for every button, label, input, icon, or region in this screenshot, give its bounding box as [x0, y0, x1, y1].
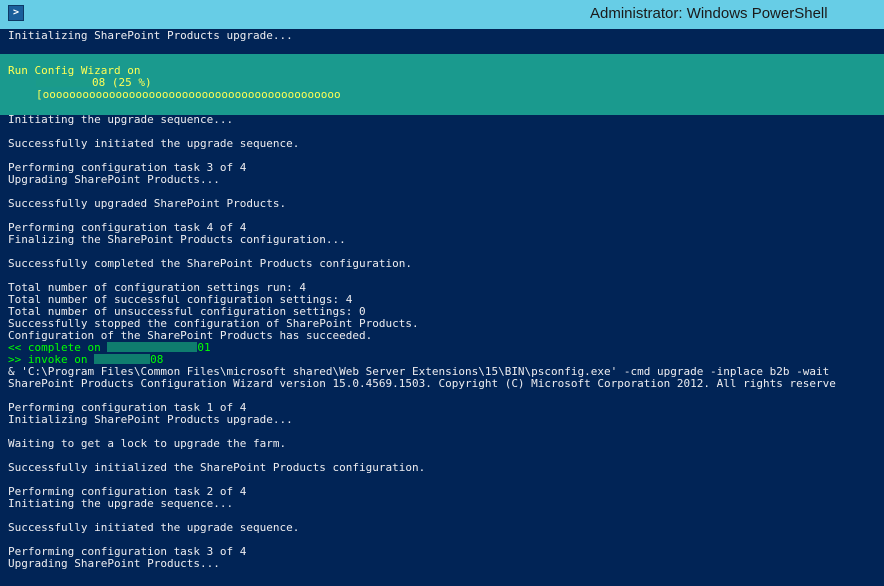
console-output[interactable]: Initializing SharePoint Products upgrade… — [0, 29, 884, 586]
console-line: Initiating the upgrade sequence... — [8, 497, 234, 510]
console-line: SharePoint Products Configuration Wizard… — [8, 377, 836, 390]
console-line: Waiting to get a lock to upgrade the far… — [8, 437, 287, 450]
console-line: Successfully completed the SharePoint Pr… — [8, 257, 412, 270]
console-line: Successfully initiated the upgrade seque… — [8, 521, 300, 534]
console-line: Initializing SharePoint Products upgrade… — [8, 29, 293, 42]
console-line: Upgrading SharePoint Products... — [8, 557, 220, 570]
console-line: Initializing SharePoint Products upgrade… — [8, 413, 293, 426]
console-line: Successfully initialized the SharePoint … — [8, 461, 426, 474]
console-line: Upgrading SharePoint Products... — [8, 173, 220, 186]
progress-panel: Run Config Wizard on 08 (25 %) [oooooooo… — [0, 54, 884, 115]
progress-bar: [ooooooooooooooooooooooooooooooooooooooo… — [36, 88, 341, 101]
console-line: Successfully initiated the upgrade seque… — [8, 137, 300, 150]
redacted-server-name — [36, 77, 92, 87]
redacted-server-name — [107, 342, 198, 352]
title-bar[interactable]: > Administrator: Windows PowerShell — [0, 0, 884, 29]
powershell-window: > Administrator: Windows PowerShell Init… — [0, 0, 884, 586]
powershell-icon[interactable]: > — [8, 5, 24, 21]
complete-suffix: 01 — [197, 341, 211, 354]
window-title: Administrator: Windows PowerShell — [590, 5, 828, 22]
redacted-server-name — [94, 354, 151, 364]
console-line: Successfully upgraded SharePoint Product… — [8, 197, 287, 210]
console-line: Initiating the upgrade sequence... — [8, 113, 234, 126]
console-line: Finalizing the SharePoint Products confi… — [8, 233, 346, 246]
